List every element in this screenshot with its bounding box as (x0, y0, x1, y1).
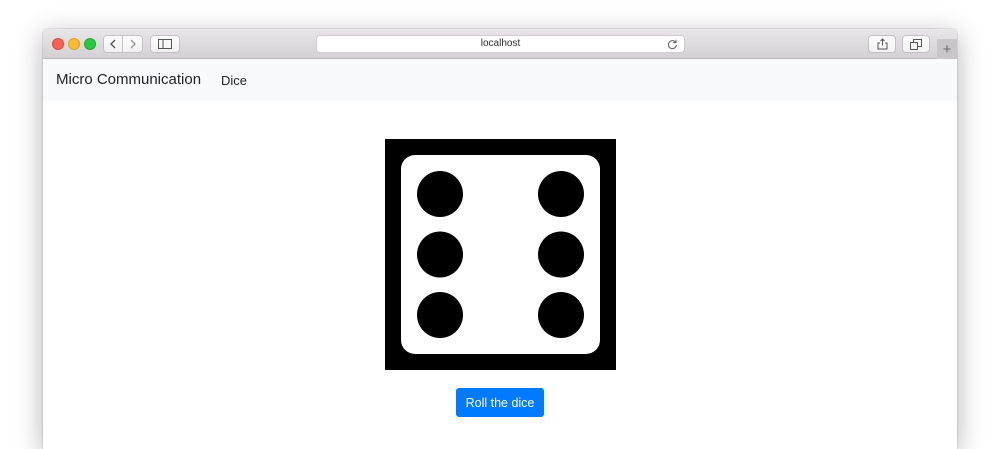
new-tab-button[interactable]: + (937, 39, 957, 59)
dice-pip (538, 231, 584, 278)
share-icon (877, 38, 887, 50)
share-button[interactable] (868, 35, 896, 53)
browser-titlebar: localhost + (43, 29, 957, 59)
address-bar[interactable]: localhost (316, 35, 685, 53)
dice-face-image (385, 139, 616, 370)
address-text: localhost (480, 38, 521, 49)
sidebar-toggle-button[interactable] (150, 35, 180, 53)
sidebar-icon (158, 39, 172, 49)
back-button[interactable] (103, 35, 123, 53)
dice-pip (417, 231, 463, 278)
navbar: Micro Communication Dice (43, 59, 957, 101)
chevron-left-icon (110, 39, 116, 49)
dice-pip (538, 171, 584, 217)
dice-pip (417, 171, 463, 217)
reload-icon[interactable] (667, 39, 678, 50)
tabs-overview-icon (910, 38, 922, 50)
navbar-brand[interactable]: Micro Communication (56, 71, 201, 88)
close-window-button[interactable] (52, 38, 64, 50)
nav-link-dice[interactable]: Dice (221, 73, 247, 88)
forward-button[interactable] (123, 35, 143, 53)
browser-window: localhost + Micro Communication Dice Rol… (43, 29, 957, 449)
chevron-right-icon (130, 39, 136, 49)
dice-pip (417, 292, 463, 338)
zoom-window-button[interactable] (84, 38, 96, 50)
dice-pip (538, 292, 584, 338)
minimize-window-button[interactable] (68, 38, 80, 50)
tabs-overview-button[interactable] (902, 35, 930, 53)
roll-dice-button[interactable]: Roll the dice (456, 388, 544, 417)
plus-icon: + (942, 40, 952, 58)
